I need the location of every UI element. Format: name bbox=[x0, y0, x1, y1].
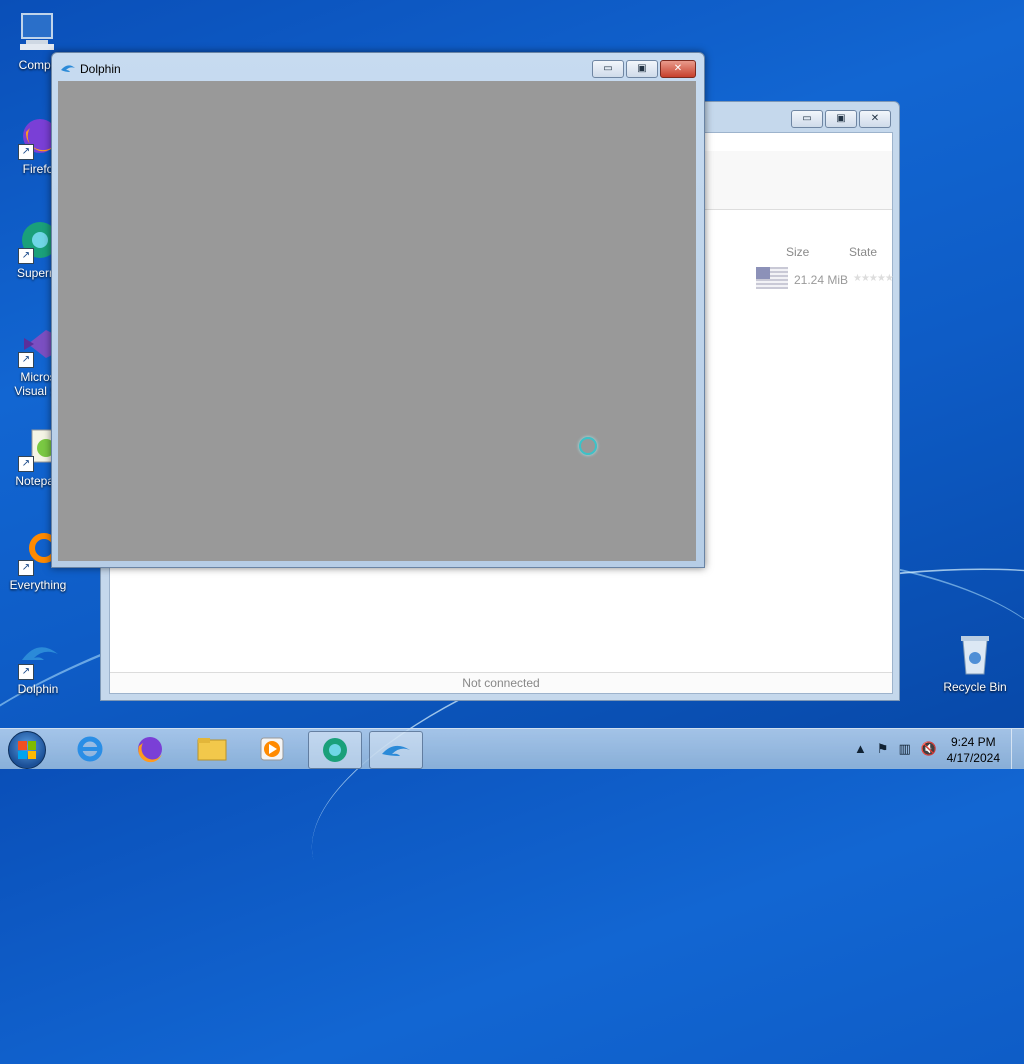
dolphin-icon: ↗ bbox=[16, 634, 60, 680]
internet-explorer-icon bbox=[77, 736, 103, 762]
taskbar-supermium[interactable] bbox=[308, 731, 362, 769]
shortcut-arrow-icon: ↗ bbox=[18, 456, 34, 472]
dolphin-render-window[interactable]: Dolphin ▭ ▣ ✕ bbox=[51, 52, 705, 568]
window-title: Dolphin bbox=[80, 62, 121, 76]
loading-spinner-icon bbox=[579, 437, 597, 455]
game-rating: ★★★★★ bbox=[853, 273, 894, 284]
windows-logo-icon bbox=[18, 741, 36, 759]
shortcut-arrow-icon: ↗ bbox=[18, 560, 34, 576]
column-header-size[interactable]: Size bbox=[786, 245, 809, 259]
minimize-button[interactable]: ▭ bbox=[791, 110, 823, 128]
restore-button[interactable]: ▣ bbox=[626, 60, 658, 78]
recycle-bin-icon bbox=[953, 632, 997, 676]
close-button[interactable]: ✕ bbox=[859, 110, 891, 128]
show-desktop-button[interactable] bbox=[1011, 729, 1024, 769]
render-area[interactable] bbox=[58, 81, 696, 561]
start-button[interactable] bbox=[8, 731, 46, 769]
window-controls: ▭ ▣ ✕ bbox=[592, 60, 696, 78]
taskbar: ▲ ⚑ ▥ 🔇 9:24 PM 4/17/2024 bbox=[0, 728, 1024, 769]
game-size: 21.24 MiB bbox=[794, 273, 849, 287]
action-center-flag-icon[interactable]: ⚑ bbox=[877, 741, 889, 757]
shortcut-arrow-icon: ↗ bbox=[18, 664, 34, 680]
desktop-icon-label: Dolphin bbox=[17, 682, 59, 696]
computer-icon bbox=[16, 10, 60, 54]
desktop-icon-label: Recycle Bin bbox=[943, 680, 1007, 694]
minimize-button[interactable]: ▭ bbox=[592, 60, 624, 78]
desktop-icon-recycle-bin[interactable]: Recycle Bin bbox=[935, 632, 1015, 694]
us-flag-icon bbox=[756, 267, 788, 289]
taskbar-dolphin[interactable] bbox=[369, 731, 423, 769]
taskbar-media-player[interactable] bbox=[246, 731, 298, 767]
dolphin-icon bbox=[382, 745, 410, 756]
status-bar: Not connected bbox=[110, 672, 892, 693]
close-button[interactable]: ✕ bbox=[660, 60, 696, 78]
network-icon[interactable]: ▥ bbox=[899, 741, 911, 757]
column-header-state[interactable]: State bbox=[849, 245, 877, 259]
taskbar-file-explorer[interactable] bbox=[186, 731, 238, 767]
shortcut-arrow-icon: ↗ bbox=[18, 248, 34, 264]
shortcut-arrow-icon: ↗ bbox=[18, 144, 34, 160]
firefox-icon bbox=[138, 737, 162, 763]
clock[interactable]: 9:24 PM 4/17/2024 bbox=[947, 734, 1000, 766]
tray-icons: ▲ ⚑ ▥ 🔇 bbox=[854, 741, 937, 757]
folder-icon bbox=[197, 738, 227, 761]
desktop-icon-label: Everything bbox=[9, 578, 67, 592]
supermium-icon bbox=[323, 738, 347, 762]
volume-muted-icon[interactable]: 🔇 bbox=[921, 741, 937, 757]
taskbar-firefox[interactable] bbox=[124, 731, 176, 767]
shortcut-arrow-icon: ↗ bbox=[18, 352, 34, 368]
desktop-icon-dolphin[interactable]: ↗ Dolphin bbox=[0, 634, 78, 696]
window-controls: ▭ ▣ ✕ bbox=[791, 110, 891, 128]
dolphin-icon bbox=[60, 61, 76, 73]
show-hidden-icons-button[interactable]: ▲ bbox=[854, 741, 867, 757]
clock-date: 4/17/2024 bbox=[946, 751, 1000, 765]
media-player-icon bbox=[260, 737, 284, 761]
taskbar-internet-explorer[interactable] bbox=[64, 731, 116, 767]
maximize-button[interactable]: ▣ bbox=[825, 110, 857, 128]
clock-time: 9:24 PM bbox=[950, 735, 996, 749]
